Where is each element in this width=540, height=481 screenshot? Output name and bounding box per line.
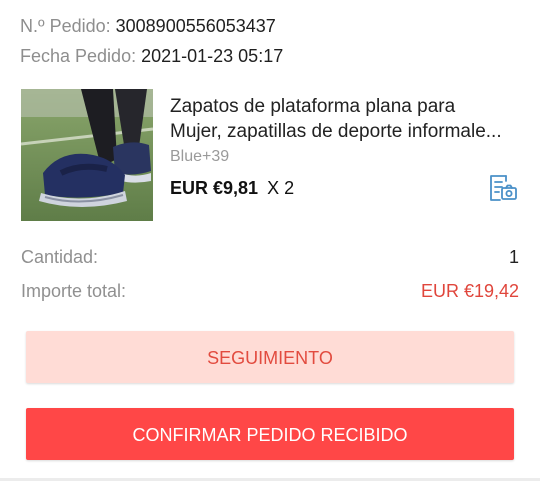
order-date-label: Fecha Pedido: [20,46,137,66]
order-date-value: 2021-01-23 05:17 [141,46,284,66]
order-number-value: 3008900556053437 [115,16,276,36]
product-variant: Blue+39 [170,148,230,165]
product-title-line-1: Zapatos de plataforma plana para [170,96,456,117]
product-title[interactable]: Zapatos de plataforma plana para Mujer, … [170,94,515,144]
unit-price: EUR €9,81 [170,178,259,198]
order-date-row: Fecha Pedido: 2021-01-23 05:17 [20,46,283,67]
total-label: Importe total: [21,281,127,301]
quantity-label: Cantidad: [21,247,99,267]
quantity-row: Cantidad: 1 [21,247,519,268]
price-row: EUR €9,81 X 2 [170,178,294,199]
product-title-line-2: Mujer, zapatillas de deporte informale..… [170,121,502,142]
order-number-label: N.º Pedido: [20,16,111,36]
product-image [21,89,153,221]
receipt-camera-icon[interactable] [486,171,518,203]
product-thumbnail[interactable] [21,89,153,221]
quantity-multiplier: X 2 [267,178,295,198]
total-value: EUR €19,42 [420,281,519,301]
confirm-received-button[interactable]: CONFIRMAR PEDIDO RECIBIDO [26,408,514,460]
total-row: Importe total: EUR €19,42 [21,281,519,302]
order-number-row: N.º Pedido: 3008900556053437 [20,16,276,37]
tracking-button[interactable]: SEGUIMIENTO [26,331,514,383]
quantity-value: 1 [508,247,519,267]
